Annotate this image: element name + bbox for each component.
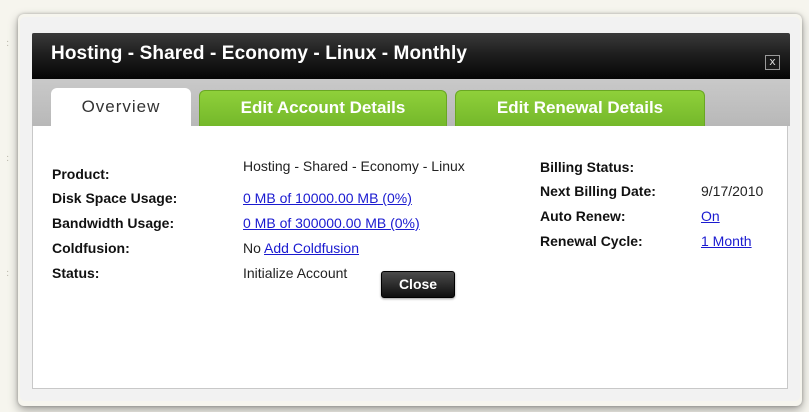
close-button[interactable]: Close: [381, 271, 455, 298]
tab-edit-renewal-details[interactable]: Edit Renewal Details: [455, 90, 705, 126]
coldfusion-label: Coldfusion:: [52, 240, 130, 256]
status-value: Initialize Account: [243, 265, 348, 281]
next-billing-date-label: Next Billing Date:: [540, 183, 656, 199]
status-label: Status:: [52, 265, 100, 281]
dialog-body: Hosting - Shared - Economy - Linux - Mon…: [32, 33, 790, 389]
disk-space-label: Disk Space Usage:: [52, 190, 178, 206]
tab-overview[interactable]: Overview: [51, 88, 191, 126]
overview-panel: Product: Hosting - Shared - Economy - Li…: [33, 126, 787, 388]
renewal-cycle-label: Renewal Cycle:: [540, 233, 643, 249]
close-icon[interactable]: x: [765, 55, 780, 70]
renewal-cycle-link[interactable]: 1 Month: [701, 233, 752, 249]
tab-edit-account-details[interactable]: Edit Account Details: [199, 90, 447, 126]
account-dialog: Hosting - Shared - Economy - Linux - Mon…: [20, 17, 800, 401]
disk-space-link[interactable]: 0 MB of 10000.00 MB (0%): [243, 190, 412, 206]
add-coldfusion-link[interactable]: Add Coldfusion: [264, 240, 359, 256]
page-edge-dots: · ·: [6, 36, 11, 51]
next-billing-date-value: 9/17/2010: [701, 183, 764, 199]
dialog-title: Hosting - Shared - Economy - Linux - Mon…: [51, 43, 468, 64]
auto-renew-label: Auto Renew:: [540, 208, 626, 224]
product-value: Hosting - Shared - Economy - Linux: [243, 158, 465, 174]
bandwidth-link[interactable]: 0 MB of 300000.00 MB (0%): [243, 215, 420, 231]
page-edge-dots: · ·: [6, 266, 11, 281]
product-label: Product:: [52, 166, 110, 182]
tab-bar: Overview Edit Account Details Edit Renew…: [32, 79, 790, 126]
page-edge-dots: · ·: [6, 151, 11, 166]
dialog-titlebar: Hosting - Shared - Economy - Linux - Mon…: [32, 33, 790, 79]
bandwidth-label: Bandwidth Usage:: [52, 215, 175, 231]
coldfusion-row: No Add Coldfusion: [243, 240, 359, 256]
auto-renew-link[interactable]: On: [701, 208, 720, 224]
billing-status-label: Billing Status:: [540, 159, 635, 175]
coldfusion-value: No: [243, 240, 261, 256]
